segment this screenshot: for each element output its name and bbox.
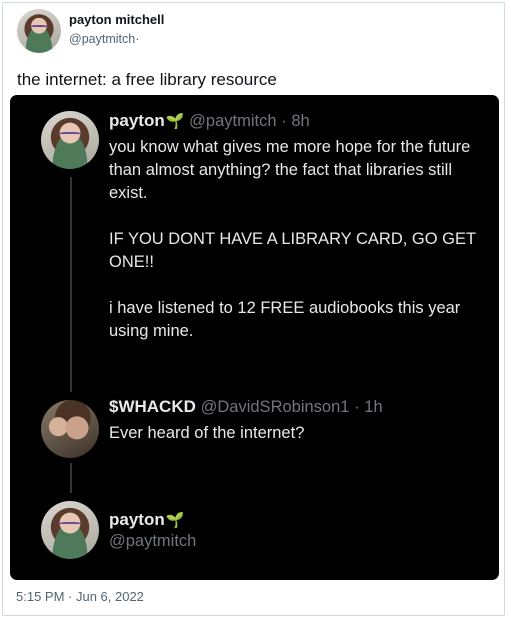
author-name[interactable]: payton mitchell bbox=[69, 12, 164, 27]
payton-avatar bbox=[41, 501, 99, 559]
seedling-icon: 🌱 bbox=[165, 113, 185, 130]
embedded-screenshot: payton🌱 @paytmitch · 8h you know what gi… bbox=[10, 95, 499, 580]
tweet-timestamp[interactable]: 5:15 PM · Jun 6, 2022 bbox=[16, 589, 144, 604]
thread-line bbox=[70, 177, 72, 392]
author-handle[interactable]: @paytmitch· bbox=[69, 32, 139, 46]
reply-text: Ever heard of the internet? bbox=[109, 424, 305, 442]
tweet-text: the internet: a free library resource bbox=[17, 70, 277, 89]
seedling-icon: 🌱 bbox=[165, 512, 185, 529]
tweet1-author: payton🌱 @paytmitch · 8h bbox=[109, 111, 310, 130]
payton-avatar bbox=[41, 111, 99, 169]
reply-author-handle: @paytmitch bbox=[109, 532, 197, 550]
author-avatar[interactable] bbox=[17, 9, 61, 53]
tweet1-text: you know what gives me more hope for the… bbox=[109, 138, 481, 340]
thread-line bbox=[70, 463, 72, 493]
whackd-avatar bbox=[41, 400, 99, 458]
reply-author: $WHACKD @DavidSRobinson1 · 1h bbox=[109, 397, 383, 416]
reply-author-name: payton🌱 bbox=[109, 510, 185, 529]
